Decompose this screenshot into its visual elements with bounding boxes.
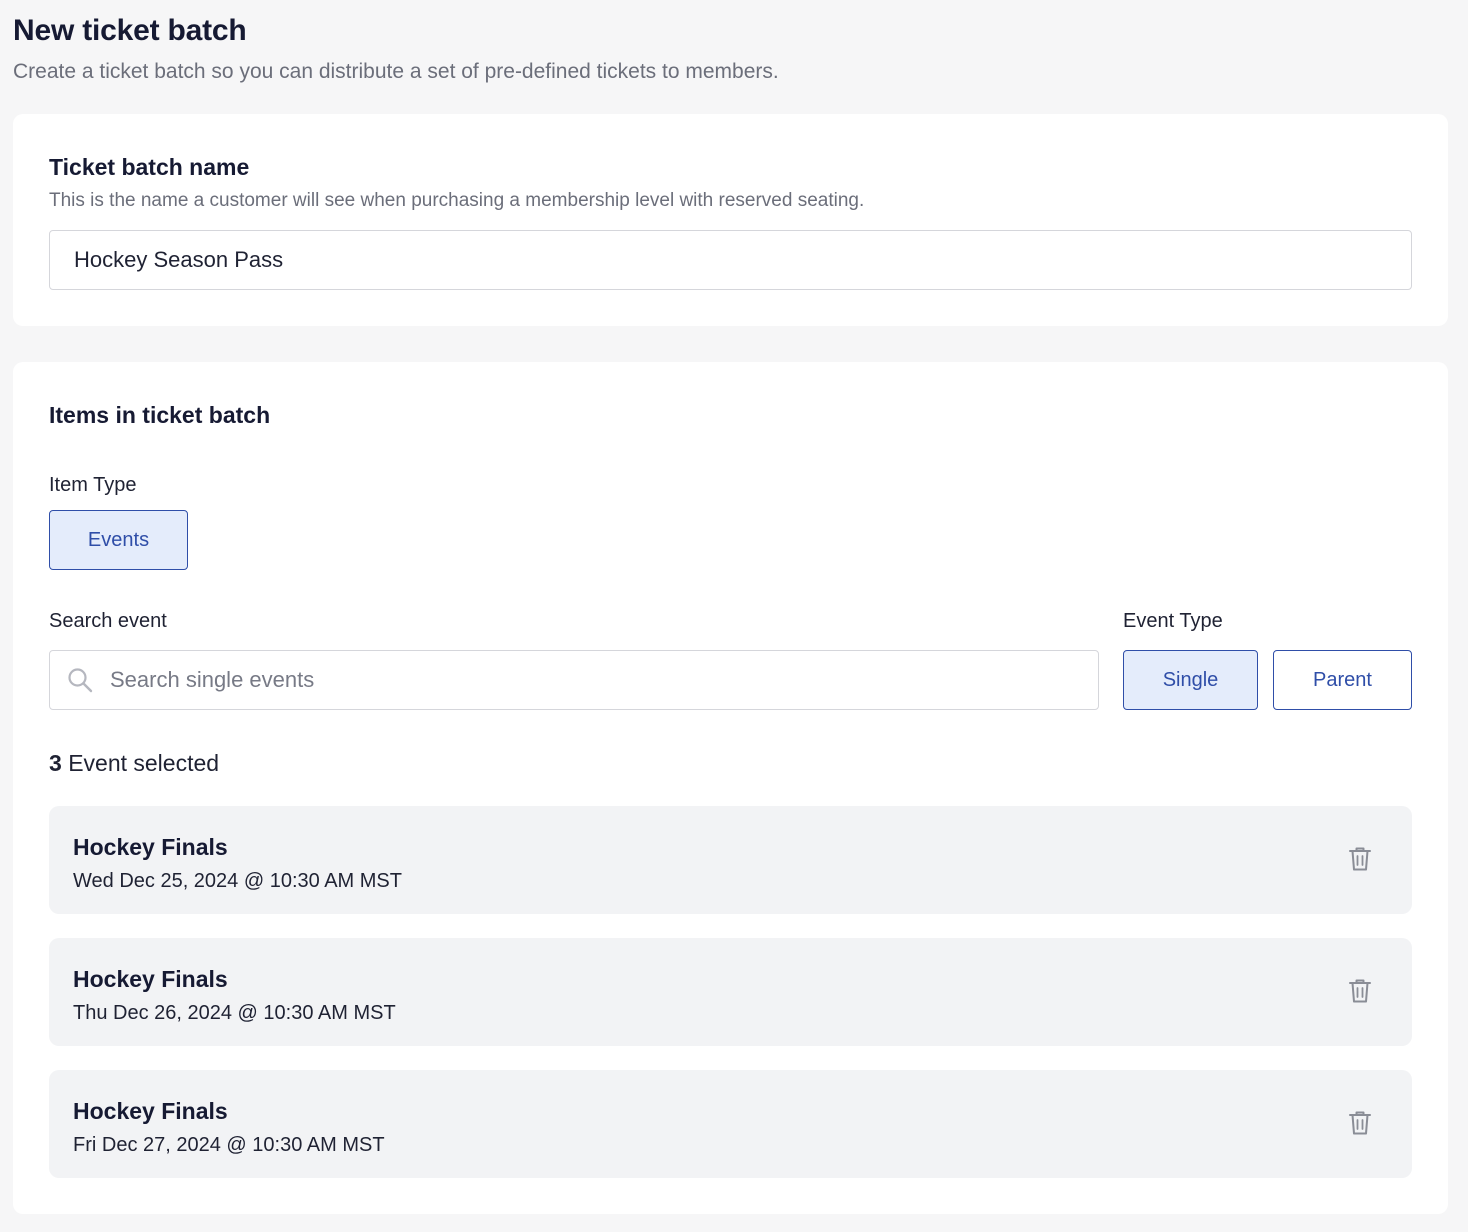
event-date: Thu Dec 26, 2024 @ 10:30 AM MST xyxy=(73,1002,396,1024)
event-name: Hockey Finals xyxy=(73,834,228,860)
page-subtitle: Create a ticket batch so you can distrib… xyxy=(13,60,779,83)
selected-event-item: Hockey Finals Wed Dec 25, 2024 @ 10:30 A… xyxy=(49,806,1412,914)
search-icon xyxy=(67,667,93,693)
ticket-batch-name-card: Ticket batch name This is the name a cus… xyxy=(13,114,1448,326)
selected-count-label: Event selected xyxy=(68,750,220,776)
page: New ticket batch Create a ticket batch s… xyxy=(0,0,1468,1232)
search-event-field[interactable] xyxy=(49,650,1099,710)
item-type-label: Item Type xyxy=(49,474,137,496)
search-event-label: Search event xyxy=(49,610,167,632)
trash-icon[interactable] xyxy=(1348,978,1372,1004)
event-type-single-button[interactable]: Single xyxy=(1123,650,1258,710)
selected-events-count: 3 Event selected xyxy=(49,750,219,777)
event-type-label: Event Type xyxy=(1123,610,1223,632)
page-title: New ticket batch xyxy=(13,14,247,47)
search-event-input[interactable] xyxy=(110,667,1010,693)
items-section-title: Items in ticket batch xyxy=(49,402,271,428)
event-date: Fri Dec 27, 2024 @ 10:30 AM MST xyxy=(73,1134,385,1156)
selected-count-number: 3 xyxy=(49,750,62,776)
trash-icon[interactable] xyxy=(1348,1110,1372,1136)
ticket-batch-name-input[interactable]: Hockey Season Pass xyxy=(49,230,1412,290)
trash-icon[interactable] xyxy=(1348,846,1372,872)
ticket-batch-name-title: Ticket batch name xyxy=(49,154,250,180)
event-name: Hockey Finals xyxy=(73,1098,228,1124)
event-type-parent-button[interactable]: Parent xyxy=(1273,650,1412,710)
selected-event-item: Hockey Finals Fri Dec 27, 2024 @ 10:30 A… xyxy=(49,1070,1412,1178)
event-date: Wed Dec 25, 2024 @ 10:30 AM MST xyxy=(73,870,402,892)
item-type-events-button[interactable]: Events xyxy=(49,510,188,570)
selected-event-item: Hockey Finals Thu Dec 26, 2024 @ 10:30 A… xyxy=(49,938,1412,1046)
event-name: Hockey Finals xyxy=(73,966,228,992)
items-in-ticket-batch-card: Items in ticket batch Item Type Events S… xyxy=(13,362,1448,1214)
ticket-batch-name-description: This is the name a customer will see whe… xyxy=(49,190,865,211)
